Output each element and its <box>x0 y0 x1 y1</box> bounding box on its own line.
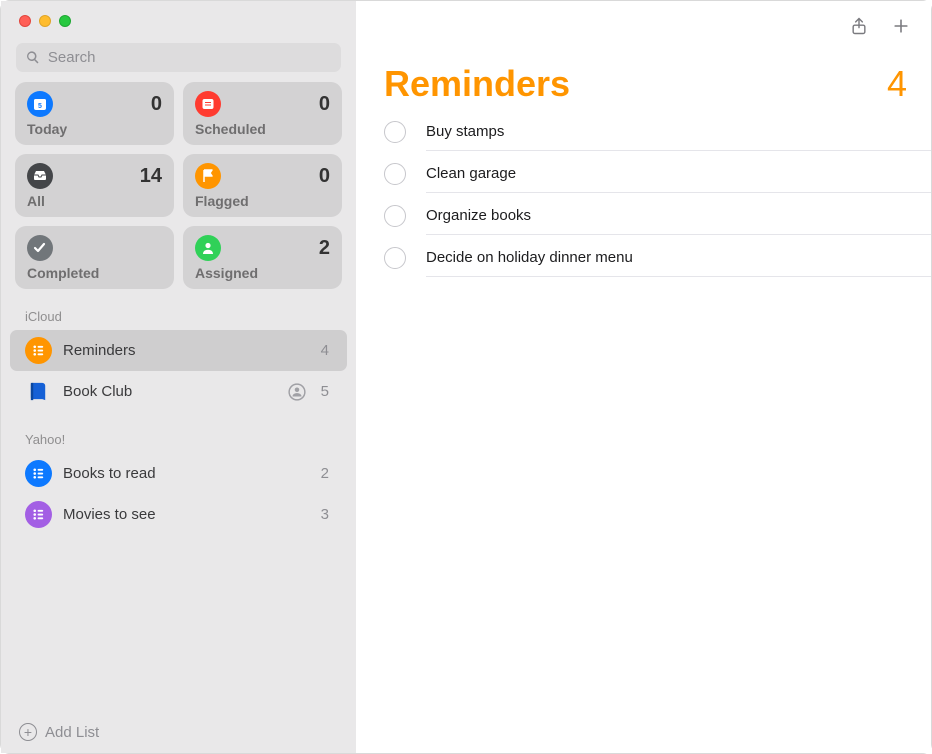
add-list-button[interactable]: + Add List <box>1 711 356 753</box>
list-header: Reminders 4 <box>356 45 931 111</box>
list-count-label: 4 <box>321 342 329 359</box>
svg-text:5: 5 <box>38 103 42 110</box>
reminder-row[interactable]: Decide on holiday dinner menu <box>384 237 931 279</box>
search-icon <box>26 50 40 65</box>
smart-completed-label: Completed <box>27 265 162 281</box>
reminder-row[interactable]: Buy stamps <box>384 111 931 153</box>
list-name-label: Books to read <box>63 465 310 482</box>
list-bullets-icon <box>25 501 52 528</box>
smart-all-label: All <box>27 193 162 209</box>
smart-scheduled-count: 0 <box>319 93 330 116</box>
section-header-yahoo[interactable]: Yahoo! <box>1 412 356 453</box>
smart-flagged-count: 0 <box>319 165 330 188</box>
reminder-title[interactable]: Clean garage <box>426 165 931 182</box>
person-icon <box>195 235 221 261</box>
toolbar <box>356 1 931 45</box>
smart-assigned-label: Assigned <box>195 265 330 281</box>
smart-flagged[interactable]: 0 Flagged <box>183 154 342 217</box>
smart-scheduled[interactable]: 0 Scheduled <box>183 82 342 145</box>
search-field[interactable] <box>16 43 341 72</box>
add-list-label: Add List <box>45 724 99 741</box>
reminder-title[interactable]: Buy stamps <box>426 123 931 140</box>
complete-toggle[interactable] <box>384 121 406 143</box>
smart-today[interactable]: 5 0 Today <box>15 82 174 145</box>
reminder-list: Buy stamps Clean garage Organize books D… <box>356 111 931 279</box>
list-count-label: 5 <box>321 383 329 400</box>
list-row-book-club[interactable]: Book Club 5 <box>10 371 347 412</box>
smart-flagged-label: Flagged <box>195 193 330 209</box>
list-count-label: 3 <box>321 506 329 523</box>
plus-circle-icon: + <box>19 723 37 741</box>
list-name-label: Reminders <box>63 342 310 359</box>
smart-lists: 5 0 Today 0 Scheduled 14 All <box>1 82 356 289</box>
smart-scheduled-label: Scheduled <box>195 121 330 137</box>
checkmark-icon <box>27 235 53 261</box>
window-controls <box>1 1 356 37</box>
list-name-label: Book Club <box>63 383 277 400</box>
fullscreen-window-button[interactable] <box>59 15 71 27</box>
smart-assigned[interactable]: 2 Assigned <box>183 226 342 289</box>
reminder-title[interactable]: Decide on holiday dinner menu <box>426 249 931 266</box>
section-header-icloud[interactable]: iCloud <box>1 289 356 330</box>
list-name-label: Movies to see <box>63 506 310 523</box>
calendar-icon <box>195 91 221 117</box>
list-total-count: 4 <box>887 63 907 105</box>
smart-today-label: Today <box>27 121 162 137</box>
sidebar: 5 0 Today 0 Scheduled 14 All <box>1 1 356 753</box>
close-window-button[interactable] <box>19 15 31 27</box>
list-count-label: 2 <box>321 465 329 482</box>
main-content: Reminders 4 Buy stamps Clean garage Orga… <box>356 1 931 753</box>
list-bullets-icon <box>25 337 52 364</box>
smart-assigned-count: 2 <box>319 237 330 260</box>
list-row-books-to-read[interactable]: Books to read 2 <box>10 453 347 494</box>
add-reminder-button[interactable] <box>891 15 911 37</box>
smart-completed[interactable]: Completed <box>15 226 174 289</box>
search-input[interactable] <box>48 49 331 66</box>
smart-all-count: 14 <box>140 165 162 188</box>
shared-badge-icon <box>288 383 306 401</box>
minimize-window-button[interactable] <box>39 15 51 27</box>
book-icon <box>25 378 52 405</box>
calendar-today-icon: 5 <box>27 91 53 117</box>
list-bullets-icon <box>25 460 52 487</box>
complete-toggle[interactable] <box>384 205 406 227</box>
complete-toggle[interactable] <box>384 247 406 269</box>
list-row-reminders[interactable]: Reminders 4 <box>10 330 347 371</box>
list-row-movies-to-see[interactable]: Movies to see 3 <box>10 494 347 535</box>
flag-icon <box>195 163 221 189</box>
complete-toggle[interactable] <box>384 163 406 185</box>
reminder-title[interactable]: Organize books <box>426 207 931 224</box>
list-title: Reminders <box>384 63 570 105</box>
tray-icon <box>27 163 53 189</box>
share-icon[interactable] <box>849 15 869 37</box>
smart-all[interactable]: 14 All <box>15 154 174 217</box>
reminder-row[interactable]: Organize books <box>384 195 931 237</box>
reminder-row[interactable]: Clean garage <box>384 153 931 195</box>
smart-today-count: 0 <box>151 93 162 116</box>
